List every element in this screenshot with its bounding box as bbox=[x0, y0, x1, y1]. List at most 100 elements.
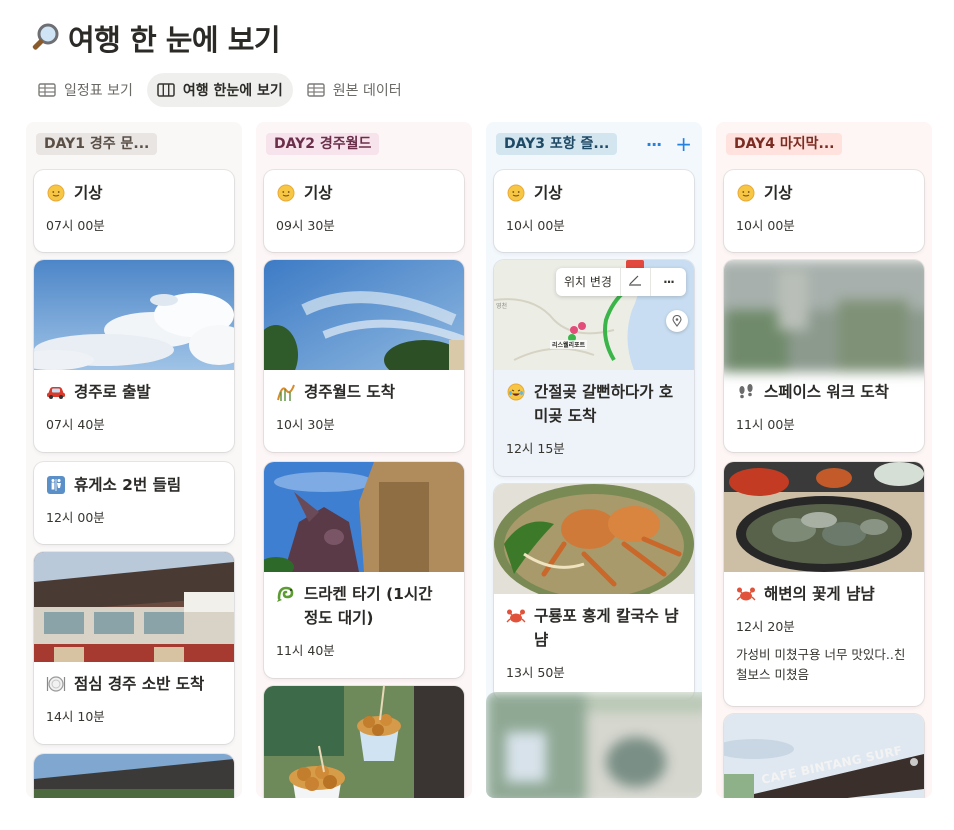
board-column-day3: DAY3 포항 즐... ··· + 기상 10시 00분 영천 리스웰리포트 bbox=[486, 122, 702, 798]
board-icon bbox=[157, 83, 175, 97]
column-tag[interactable]: DAY2 경주월드 bbox=[266, 133, 380, 155]
card-homigot[interactable]: 영천 리스웰리포트 위치 변경 ··· 간절곶 갈뻔하다가 호미곶 도착 12시… bbox=[494, 260, 694, 476]
card-wake-up[interactable]: 기상 10시 00분 bbox=[494, 170, 694, 252]
card-time: 10시 00분 bbox=[506, 218, 565, 233]
crab-dish-photo bbox=[724, 462, 924, 572]
card-time: 13시 50분 bbox=[506, 665, 565, 680]
dragon-gate-photo bbox=[264, 462, 464, 572]
card-time: 07시 40분 bbox=[46, 417, 105, 432]
card-space-walk[interactable]: 스페이스 워크 도착 11시 00분 bbox=[724, 260, 924, 452]
more-options-button[interactable]: ··· bbox=[646, 135, 662, 154]
column-tag[interactable]: DAY1 경주 문... bbox=[36, 133, 158, 155]
svg-text:영천: 영천 bbox=[496, 302, 507, 310]
card-title: 기상 bbox=[764, 184, 793, 202]
card-draken-ride[interactable]: 드라켄 타기 (1시간 정도 대기) 11시 40분 bbox=[264, 462, 464, 678]
card-wake-up[interactable]: 기상 10시 00분 bbox=[724, 170, 924, 252]
laugh-icon bbox=[506, 380, 526, 404]
card-title: 기상 bbox=[304, 184, 333, 202]
card-title: 해변의 꽃게 냠냠 bbox=[764, 585, 875, 603]
cafe-photo: CAFE BINTANG SURF bbox=[724, 714, 924, 798]
add-card-button[interactable]: + bbox=[675, 132, 692, 156]
board-column-day4: DAY4 마지막... 기상 10시 00분 스페이스 워크 도착 11시 00… bbox=[716, 122, 932, 798]
restroom-icon bbox=[46, 473, 66, 497]
blurred-photo bbox=[724, 260, 924, 372]
tab-label: 여행 한눈에 보기 bbox=[182, 83, 283, 99]
map-toolbar: 위치 변경 ··· bbox=[556, 268, 686, 296]
column-actions: ··· + bbox=[646, 132, 692, 156]
card-time: 11시 40분 bbox=[276, 643, 335, 658]
change-location-button[interactable]: 위치 변경 bbox=[556, 268, 621, 296]
restaurant-photo bbox=[34, 552, 234, 662]
crab-icon bbox=[506, 604, 526, 628]
view-tabs: 일정표 보기 여행 한눈에 보기 원본 데이터 bbox=[28, 72, 412, 108]
sun-face-icon bbox=[46, 181, 66, 205]
edit-icon[interactable] bbox=[621, 268, 651, 296]
location-pin-icon bbox=[672, 315, 682, 327]
card-partial[interactable] bbox=[34, 754, 234, 798]
table-icon bbox=[307, 83, 325, 97]
card-time: 11시 00분 bbox=[736, 417, 795, 432]
plate-icon bbox=[46, 672, 66, 696]
column-tag[interactable]: DAY3 포항 즐... bbox=[496, 133, 618, 155]
tab-schedule[interactable]: 일정표 보기 bbox=[28, 73, 143, 107]
rollercoaster-icon bbox=[276, 380, 296, 404]
card-title: 드라켄 타기 (1시간 정도 대기) bbox=[304, 585, 433, 627]
sky-trees-photo bbox=[264, 260, 464, 370]
map-more-button[interactable]: ··· bbox=[651, 275, 686, 289]
board-column-day1: DAY1 경주 문... 기상 07시 00분 경주로 출발 07시 40분 휴… bbox=[26, 122, 242, 798]
column-tag[interactable]: DAY4 마지막... bbox=[726, 133, 843, 155]
card-rest-area[interactable]: 휴게소 2번 들림 12시 00분 bbox=[34, 462, 234, 544]
sun-face-icon bbox=[276, 181, 296, 205]
building-photo bbox=[34, 754, 234, 798]
sun-face-icon bbox=[736, 181, 756, 205]
card-wake-up[interactable]: 기상 09시 30분 bbox=[264, 170, 464, 252]
card-title: 스페이스 워크 도착 bbox=[764, 383, 889, 401]
card-time: 07시 00분 bbox=[46, 218, 105, 233]
card-time: 10시 00분 bbox=[736, 218, 795, 233]
card-title: 경주로 출발 bbox=[74, 383, 151, 401]
tab-raw-data[interactable]: 원본 데이터 bbox=[297, 73, 412, 107]
card-title: 간절곶 갈뻔하다가 호미곶 도착 bbox=[534, 383, 674, 425]
card-guryongpo-kalguksu[interactable]: 구룡포 홍게 칼국수 냠냠 13시 50분 bbox=[494, 484, 694, 700]
dragon-icon bbox=[276, 582, 296, 606]
blurred-drag-preview bbox=[486, 692, 702, 798]
location-pin-button[interactable] bbox=[666, 310, 688, 332]
column-header: DAY2 경주월드 bbox=[266, 132, 462, 156]
page-title: 여행 한 눈에 보기 bbox=[28, 18, 281, 58]
card-title: 경주월드 도착 bbox=[304, 383, 395, 401]
card-title: 기상 bbox=[534, 184, 563, 202]
tab-overview[interactable]: 여행 한눈에 보기 bbox=[146, 73, 293, 107]
crab-icon bbox=[736, 582, 756, 606]
sky-photo bbox=[34, 260, 234, 370]
card-title: 휴게소 2번 들림 bbox=[74, 476, 182, 494]
card-time: 10시 30분 bbox=[276, 417, 335, 432]
card-beach-crab[interactable]: 해변의 꽃게 냠냠 12시 20분 가성비 미쳤구용 너무 맛있다..친철보스 … bbox=[724, 462, 924, 706]
table-icon bbox=[38, 83, 56, 97]
magnifier-icon bbox=[32, 23, 59, 50]
card-partial[interactable]: CAFE BINTANG SURF bbox=[724, 714, 924, 798]
card-time: 14시 10분 bbox=[46, 709, 105, 724]
card-wake-up[interactable]: 기상 07시 00분 bbox=[34, 170, 234, 252]
column-header: DAY1 경주 문... bbox=[36, 132, 232, 156]
column-header: DAY3 포항 즐... ··· + bbox=[496, 132, 692, 156]
car-icon bbox=[46, 380, 66, 404]
card-time: 12시 15분 bbox=[506, 441, 565, 456]
map-thumbnail[interactable]: 영천 리스웰리포트 위치 변경 ··· bbox=[494, 260, 694, 370]
card-note: 가성비 미쳤구용 너무 맛있다..친철보스 미쳤음 bbox=[736, 647, 906, 682]
footprints-icon bbox=[736, 380, 756, 404]
card-title: 기상 bbox=[74, 184, 103, 202]
sun-face-icon bbox=[506, 181, 526, 205]
card-partial[interactable] bbox=[264, 686, 464, 798]
snack-photo bbox=[264, 686, 464, 798]
card-time: 12시 00분 bbox=[46, 510, 105, 525]
card-lunch-soban[interactable]: 점심 경주 소반 도착 14시 10분 bbox=[34, 552, 234, 744]
card-title: 점심 경주 소반 도착 bbox=[74, 675, 205, 693]
card-depart-gyeongju[interactable]: 경주로 출발 07시 40분 bbox=[34, 260, 234, 452]
tab-label: 원본 데이터 bbox=[332, 83, 402, 99]
card-arrive-gyeongju-world[interactable]: 경주월드 도착 10시 30분 bbox=[264, 260, 464, 452]
tab-label: 일정표 보기 bbox=[64, 83, 133, 99]
board-column-day2: DAY2 경주월드 기상 09시 30분 경주월드 도착 10시 30분 드라켄… bbox=[256, 122, 472, 798]
crab-noodle-photo bbox=[494, 484, 694, 594]
card-time: 12시 20분 bbox=[736, 619, 795, 634]
column-header: DAY4 마지막... bbox=[726, 132, 922, 156]
